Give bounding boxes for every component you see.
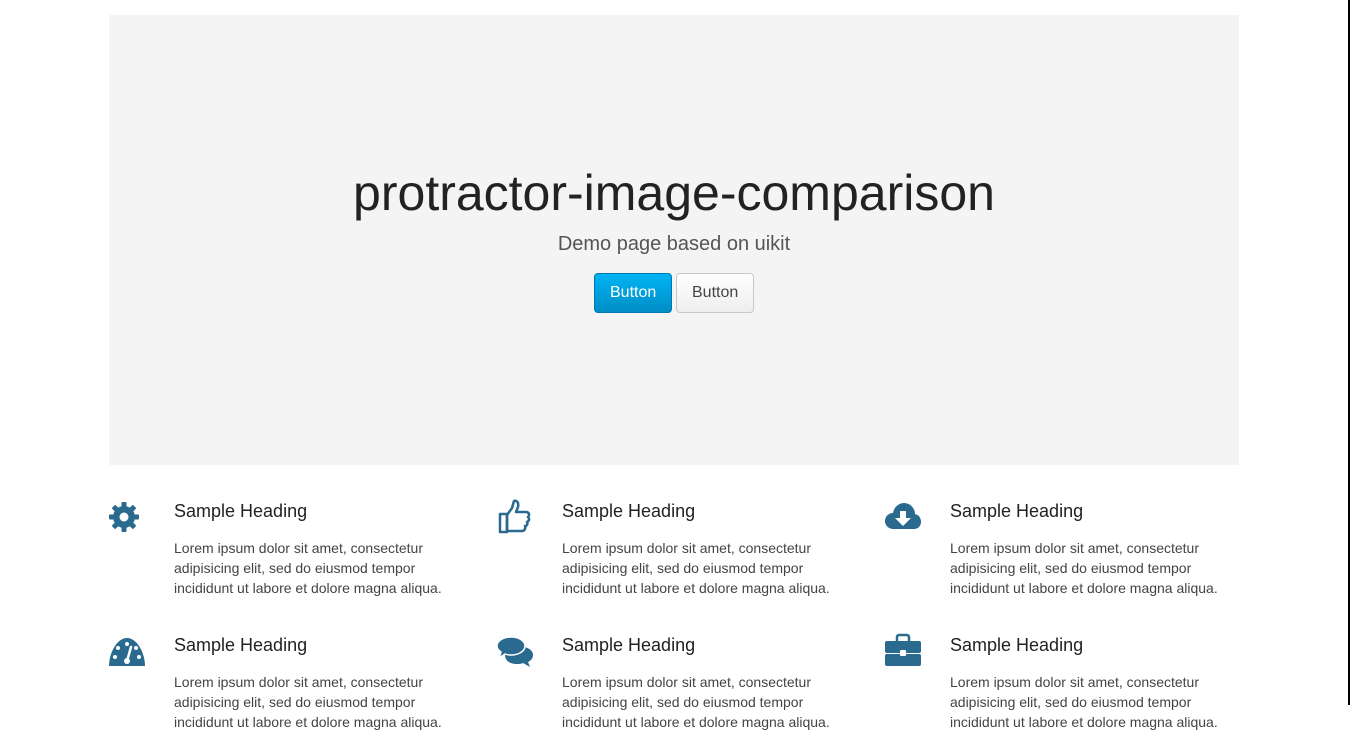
feature-text: Lorem ipsum dolor sit amet, consectetur … bbox=[950, 540, 1218, 596]
feature-item: Sample Heading Lorem ipsum dolor sit ame… bbox=[885, 499, 1225, 609]
feature-item: Sample Heading Lorem ipsum dolor sit ame… bbox=[497, 633, 837, 743]
primary-button[interactable]: Button bbox=[594, 273, 672, 313]
thumbs-up-icon bbox=[497, 499, 533, 535]
feature-heading: Sample Heading bbox=[562, 501, 696, 521]
feature-text: Lorem ipsum dolor sit amet, consectetur … bbox=[950, 674, 1218, 730]
feature-text: Lorem ipsum dolor sit amet, consectetur … bbox=[174, 674, 442, 730]
secondary-button[interactable]: Button bbox=[676, 273, 754, 313]
feature-text: Lorem ipsum dolor sit amet, consectetur … bbox=[174, 540, 442, 596]
hero-button-group: Button Button bbox=[109, 273, 1239, 313]
feature-text: Lorem ipsum dolor sit amet, consectetur … bbox=[562, 540, 830, 596]
feature-heading: Sample Heading bbox=[174, 635, 308, 655]
hero-panel: protractor-image-comparison Demo page ba… bbox=[109, 15, 1239, 465]
briefcase-icon bbox=[885, 633, 921, 669]
feature-item: Sample Heading Lorem ipsum dolor sit ame… bbox=[109, 499, 449, 609]
cloud-download-icon bbox=[885, 499, 921, 535]
feature-heading: Sample Heading bbox=[174, 501, 308, 521]
feature-heading: Sample Heading bbox=[562, 635, 696, 655]
gear-icon bbox=[109, 499, 145, 535]
feature-heading: Sample Heading bbox=[950, 635, 1084, 655]
dashboard-icon bbox=[109, 633, 145, 669]
feature-text: Lorem ipsum dolor sit amet, consectetur … bbox=[562, 674, 830, 730]
page-subtitle: Demo page based on uikit bbox=[557, 233, 791, 255]
feature-heading: Sample Heading bbox=[950, 501, 1084, 521]
feature-item: Sample Heading Lorem ipsum dolor sit ame… bbox=[497, 499, 837, 609]
feature-item: Sample Heading Lorem ipsum dolor sit ame… bbox=[885, 633, 1225, 743]
feature-item: Sample Heading Lorem ipsum dolor sit ame… bbox=[109, 633, 449, 743]
comments-icon bbox=[497, 633, 533, 669]
page-title: protractor-image-comparison bbox=[353, 165, 995, 221]
